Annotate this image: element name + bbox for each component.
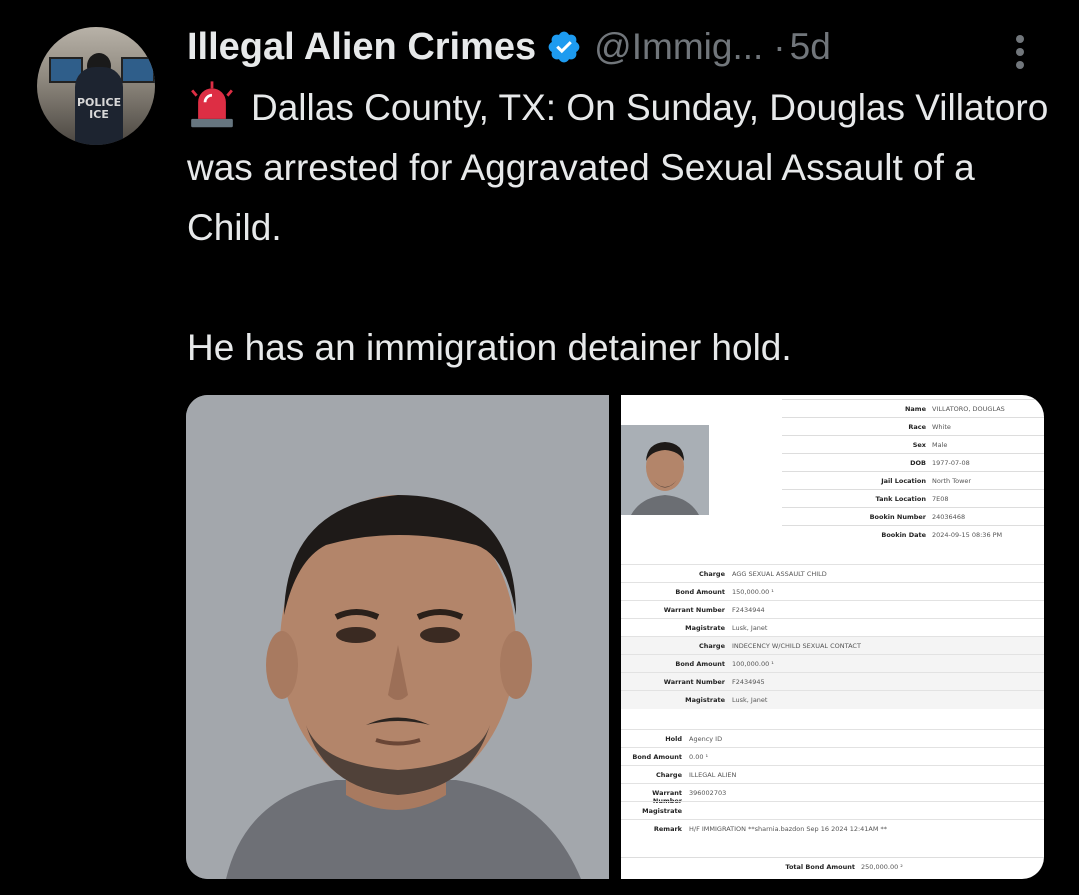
record-value: 150,000.00 ¹ <box>732 588 774 596</box>
record-value: AGG SEXUAL ASSAULT CHILD <box>732 570 827 578</box>
record-info-row: Bookin Number 24036468 <box>782 507 1044 526</box>
charge-row: Magistrate Lusk, Janet <box>621 690 1044 709</box>
record-label: Bond Amount <box>632 753 682 761</box>
record-label: Bond Amount <box>675 588 725 596</box>
hold-row: Bond Amount 0.00 ¹ <box>621 747 1044 766</box>
post-timestamp[interactable]: 5d <box>790 26 831 68</box>
record-label: Sex <box>912 441 926 449</box>
record-value: ILLEGAL ALIEN <box>689 771 737 779</box>
record-label: Warrant Number <box>663 606 725 614</box>
post-header: Illegal Alien Crimes @Immig... · 5d <box>187 22 831 72</box>
record-label: Hold <box>665 735 682 743</box>
record-label: Charge <box>698 570 725 578</box>
avatar-monitor <box>121 57 155 83</box>
record-label: Bookin Number <box>869 513 926 521</box>
record-label: Race <box>908 423 926 431</box>
user-handle[interactable]: @Immig... <box>594 26 763 68</box>
record-value: Male <box>932 441 948 449</box>
jail-record-screenshot[interactable]: Name VILLATORO, DOUGLAS Race White Sex Male… <box>621 395 1044 879</box>
charge-row: Bond Amount 100,000.00 ¹ <box>621 654 1044 673</box>
charge-row: Charge INDECENCY W/CHILD SEXUAL CONTACT <box>621 636 1044 655</box>
charge-row: Bond Amount 150,000.00 ¹ <box>621 582 1044 601</box>
record-label: DOB <box>910 459 926 467</box>
verified-badge-icon[interactable] <box>546 29 582 65</box>
record-label: Magistrate <box>642 807 682 815</box>
record-label: Charge <box>655 771 682 779</box>
record-value: H/F IMMIGRATION **sharnia.bazdon Sep 16 … <box>689 825 888 833</box>
record-value: 0.00 ¹ <box>689 753 709 761</box>
post-text: Dallas County, TX: On Sunday, Douglas Vi… <box>187 78 1067 378</box>
record-value: F2434944 <box>732 606 765 614</box>
record-info-row: Tank Location 7E08 <box>782 489 1044 508</box>
hold-row: Warrant Number 396002703 <box>621 783 1044 805</box>
record-thumbnail-photo <box>621 425 709 515</box>
charge-row: Warrant Number F2434945 <box>621 672 1044 691</box>
record-value: INDECENCY W/CHILD SEXUAL CONTACT <box>732 642 861 650</box>
post-paragraph-1-text: Dallas County, TX: On Sunday, Douglas Vi… <box>187 87 1049 248</box>
display-name[interactable]: Illegal Alien Crimes <box>187 26 536 69</box>
record-info-row: Bookin Date 2024-09-15 08:36 PM <box>782 525 1044 544</box>
record-info-row: Sex Male <box>782 435 1044 454</box>
record-label: Name <box>904 405 926 413</box>
post-paragraph-2: He has an immigration detainer hold. <box>187 327 792 368</box>
record-label: Bond Amount <box>675 660 725 668</box>
avatar[interactable]: POLICE ICE <box>37 27 155 145</box>
separator-dot: · <box>773 26 786 67</box>
record-label: Remark <box>653 825 682 833</box>
record-label: Jail Location <box>881 477 926 485</box>
record-label: Magistrate <box>685 624 725 632</box>
record-value: 24036468 <box>932 513 966 521</box>
post-media[interactable]: Name VILLATORO, DOUGLAS Race White Sex Male… <box>186 395 1044 879</box>
record-label: Bookin Date <box>881 531 926 539</box>
record-info-row: Jail Location North Tower <box>782 471 1044 490</box>
record-value: 7E08 <box>932 495 949 503</box>
record-value: 396002703 <box>689 789 727 797</box>
charge-row: Magistrate Lusk, Janet <box>621 618 1044 637</box>
record-value: North Tower <box>932 477 972 485</box>
record-value: 1977-07-08 <box>932 459 970 467</box>
record-info-row: Name VILLATORO, DOUGLAS <box>782 399 1044 418</box>
record-label: Total Bond Amount <box>785 863 855 871</box>
police-siren-emoji <box>191 81 233 128</box>
record-info-row: Race White <box>782 417 1044 436</box>
mugshot-photo[interactable] <box>186 395 609 879</box>
more-options-icon[interactable] <box>1010 32 1030 72</box>
record-value: Lusk, Janet <box>732 624 768 632</box>
record-value: Lusk, Janet <box>732 696 768 704</box>
record-value: 2024-09-15 08:36 PM <box>932 531 1003 539</box>
record-label: Charge <box>698 642 725 650</box>
record-label: Tank Location <box>875 495 926 503</box>
hold-row: Hold Agency ID <box>621 729 1044 748</box>
avatar-patch-text: POLICE ICE <box>77 96 122 121</box>
record-value: 100,000.00 ¹ <box>732 660 774 668</box>
hold-row: Charge ILLEGAL ALIEN <box>621 765 1044 784</box>
record-label: Warrant Number <box>663 678 725 686</box>
record-label: Magistrate <box>685 696 725 704</box>
record-value: White <box>932 423 951 431</box>
hold-row: Remark H/F IMMIGRATION **sharnia.bazdon S… <box>621 819 1044 838</box>
charge-row: Warrant Number F2434944 <box>621 600 1044 619</box>
record-value: 250,000.00 ² <box>861 863 903 871</box>
post-paragraph-1: Dallas County, TX: On Sunday, Douglas Vi… <box>187 78 1067 258</box>
charge-row: Charge AGG SEXUAL ASSAULT CHILD <box>621 564 1044 583</box>
record-value: F2434945 <box>732 678 765 686</box>
record-value: VILLATORO, DOUGLAS <box>932 405 1005 413</box>
record-value: Agency ID <box>689 735 723 743</box>
record-info-row: DOB 1977-07-08 <box>782 453 1044 472</box>
hold-row: Magistrate <box>621 801 1044 820</box>
total-bond-row: Total Bond Amount 250,000.00 ² <box>621 857 1044 876</box>
